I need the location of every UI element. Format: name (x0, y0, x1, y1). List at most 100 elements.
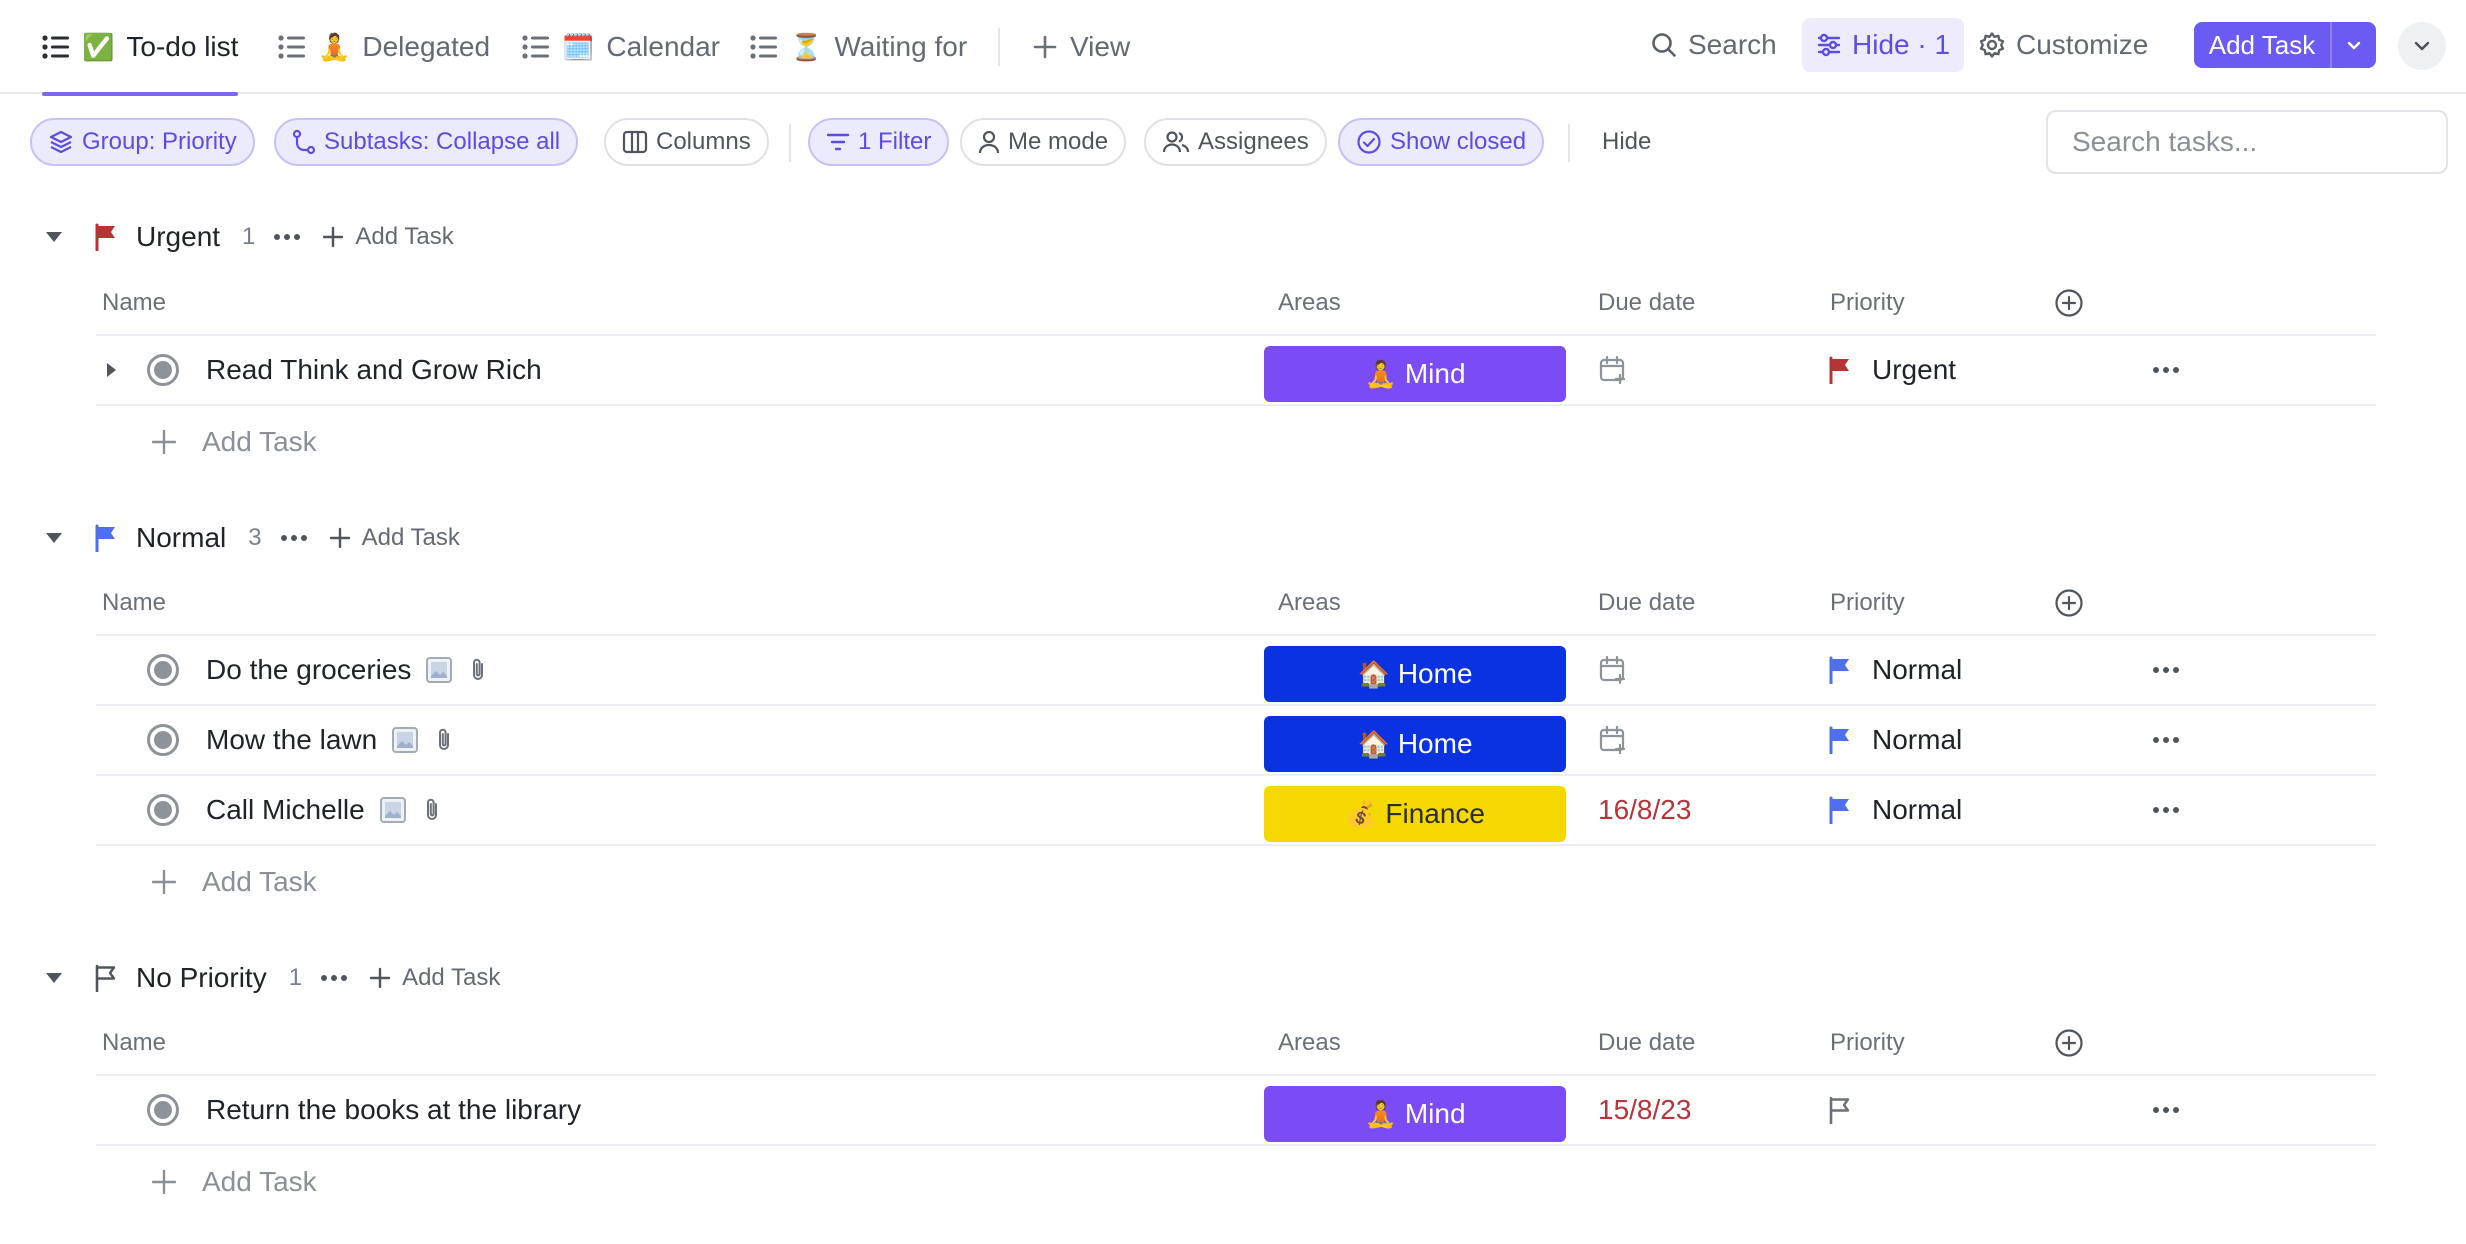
status-circle-icon[interactable] (146, 636, 180, 704)
task-title[interactable]: Return the books at the library (206, 1094, 581, 1126)
task-name: Return the books at the library (206, 1076, 581, 1144)
more-horizontal-icon[interactable] (2152, 336, 2180, 404)
task-title[interactable]: Read Think and Grow Rich (206, 354, 542, 386)
more-horizontal-icon[interactable] (320, 974, 348, 982)
me-mode-chip[interactable]: Me mode (960, 118, 1127, 166)
tab-to-do-list[interactable]: ✅ To-do list (42, 0, 239, 96)
hide-chip[interactable]: Hide (1602, 118, 1651, 166)
hide-button[interactable]: Hide · 1 (1802, 18, 1965, 72)
table-row[interactable]: Call Michelle 💰 Finance 16/8/23 Normal (96, 776, 2376, 844)
hide-label: Hide (1602, 128, 1652, 155)
area-tag-mind[interactable]: 🧘 Mind (1264, 1086, 1566, 1142)
subtasks-label: Subtasks: Collapse all (324, 128, 561, 155)
search-tasks-input[interactable] (2046, 110, 2448, 174)
sliders-icon (1816, 32, 1842, 58)
tab-delegated[interactable]: 🧘 Delegated (278, 0, 490, 94)
priority-cell[interactable]: Normal (1828, 636, 1962, 704)
normal-flag-icon (1828, 726, 1852, 754)
view-label: View (1070, 31, 1131, 62)
table-row[interactable]: Return the books at the library 🧘 Mind 1… (96, 1076, 2376, 1144)
image-icon (379, 796, 407, 824)
add-view-button[interactable]: View (1032, 0, 1130, 94)
area-tag-mind[interactable]: 🧘 Mind (1264, 346, 1566, 402)
area-label: Mind (1404, 1098, 1466, 1129)
tab-calendar[interactable]: 🗓️ Calendar (522, 0, 720, 94)
filter-chip[interactable]: 1 Filter (808, 118, 950, 166)
more-horizontal-icon[interactable] (2152, 636, 2180, 704)
columns-chip[interactable]: Columns (604, 118, 769, 166)
add-task-row[interactable]: Add Task (150, 1157, 317, 1207)
more-horizontal-icon[interactable] (280, 534, 308, 542)
due-date[interactable]: 15/8/23 (1598, 1076, 1691, 1144)
tab-waiting-for[interactable]: ⏳ Waiting for (750, 0, 967, 94)
add-task-row[interactable]: Add Task (150, 857, 317, 907)
more-horizontal-icon[interactable] (2152, 1076, 2180, 1144)
priority-cell[interactable]: Normal (1828, 776, 1962, 844)
customize-label: Customize (2016, 29, 2149, 60)
add-task-label: Add Task (202, 866, 317, 897)
column-due-date: Due date (1598, 289, 1696, 316)
group-name: Urgent (136, 221, 221, 252)
add-column-icon[interactable] (2054, 278, 2084, 328)
area-tag-finance[interactable]: 💰 Finance (1264, 786, 1566, 842)
add-task-row[interactable]: Add Task (150, 417, 317, 467)
calendar-plus-icon[interactable] (1598, 636, 1628, 704)
more-horizontal-icon[interactable] (273, 233, 301, 241)
caret-down-icon[interactable] (34, 217, 74, 257)
group-add-task-button[interactable]: Add Task (328, 524, 460, 552)
group-add-task-button[interactable]: Add Task (321, 223, 454, 251)
assignees-chip[interactable]: Assignees (1144, 118, 1327, 166)
priority-cell[interactable]: Normal (1828, 706, 1962, 774)
tab-label: Waiting for (834, 31, 968, 62)
task-title[interactable]: Call Michelle (206, 794, 365, 826)
customize-button[interactable]: Customize (1964, 18, 2162, 72)
status-circle-icon[interactable] (146, 1076, 180, 1144)
chevron-down-icon (2412, 36, 2432, 56)
priority-label: Urgent (1872, 354, 1957, 385)
plus-icon (151, 1169, 177, 1195)
status-circle-icon[interactable] (146, 776, 180, 844)
priority-label: Normal (1872, 654, 1963, 685)
subtasks-chip[interactable]: Subtasks: Collapse all (274, 118, 579, 166)
layers-icon (48, 129, 74, 155)
add-task-button[interactable]: Add Task (2194, 22, 2376, 68)
area-tag-home[interactable]: 🏠 Home (1264, 646, 1566, 702)
add-task-label: Add Task (402, 964, 501, 991)
column-priority: Priority (1830, 589, 1905, 616)
due-date[interactable]: 16/8/23 (1598, 776, 1691, 844)
add-column-icon[interactable] (2054, 1018, 2084, 1068)
attachment-icon[interactable] (467, 656, 489, 684)
area-label: Finance (1385, 798, 1485, 829)
table-row[interactable]: Read Think and Grow Rich 🧘 Mind Urgent (96, 336, 2376, 404)
task-title[interactable]: Mow the lawn (206, 724, 377, 756)
calendar-plus-icon[interactable] (1598, 336, 1628, 404)
row-divider (96, 404, 2376, 406)
chevron-down-icon[interactable] (2330, 22, 2376, 68)
hide-label: Hide · 1 (1852, 29, 1951, 60)
group-by-chip[interactable]: Group: Priority (30, 118, 255, 166)
row-divider (96, 844, 2376, 846)
more-options-button[interactable] (2398, 22, 2446, 70)
task-title[interactable]: Do the groceries (206, 654, 411, 686)
priority-cell[interactable]: Urgent (1828, 336, 1956, 404)
more-horizontal-icon[interactable] (2152, 776, 2180, 844)
table-row[interactable]: Do the groceries 🏠 Home Normal (96, 636, 2376, 704)
show-closed-chip[interactable]: Show closed (1338, 118, 1545, 166)
status-circle-icon[interactable] (146, 706, 180, 774)
add-column-icon[interactable] (2054, 578, 2084, 628)
more-horizontal-icon[interactable] (2152, 706, 2180, 774)
caret-right-icon[interactable] (104, 336, 128, 404)
priority-cell[interactable] (1828, 1076, 1852, 1144)
table-row[interactable]: Mow the lawn 🏠 Home Normal (96, 706, 2376, 774)
group-add-task-button[interactable]: Add Task (368, 964, 500, 992)
calendar-plus-icon[interactable] (1598, 706, 1628, 774)
attachment-icon[interactable] (421, 796, 443, 824)
caret-down-icon[interactable] (34, 518, 74, 558)
caret-down-icon[interactable] (34, 958, 74, 998)
user-icon (978, 130, 1000, 154)
search-button[interactable]: Search (1636, 18, 1791, 72)
area-tag-home[interactable]: 🏠 Home (1264, 716, 1566, 772)
status-circle-icon[interactable] (146, 336, 180, 404)
attachment-icon[interactable] (433, 726, 455, 754)
urgent-flag-icon (1828, 356, 1852, 384)
